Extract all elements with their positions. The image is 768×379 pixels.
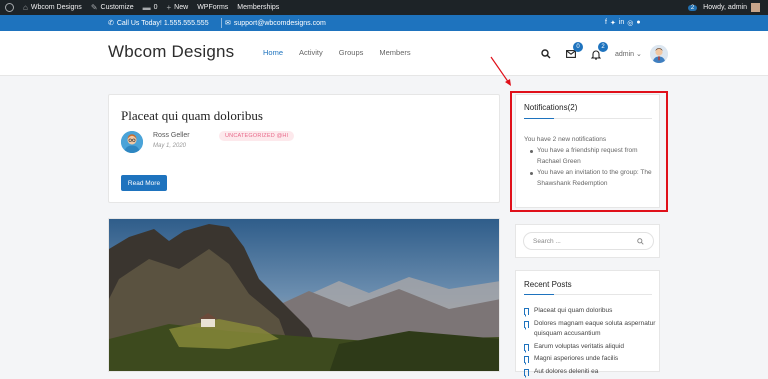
notification-item[interactable]: You have an invitation to the group: The… [530, 168, 656, 189]
user-avatar[interactable] [649, 45, 668, 63]
recent-post-link[interactable]: Magni asperiores unde facilis [534, 354, 618, 365]
site-logo[interactable]: Wbcom Designs [108, 42, 234, 62]
phone-text: Call Us Today! 1.555.555.555 [116, 19, 209, 27]
mountain-landscape-image [109, 219, 499, 371]
site-header: Wbcom Designs Home Activity Groups Membe… [0, 31, 768, 76]
admin-avatar[interactable] [751, 3, 760, 12]
search-icon[interactable] [637, 237, 644, 245]
search-widget: Search ... [515, 224, 660, 258]
wordpress-icon [5, 3, 14, 12]
recent-posts-list: Placeat qui quam doloribus Dolores magna… [524, 306, 656, 379]
recent-post-item[interactable]: Dolores magnam eaque soluta aspernatur q… [524, 319, 656, 340]
envelope-icon: ✉ [225, 20, 231, 27]
featured-image[interactable] [108, 218, 500, 372]
messages-icon[interactable]: 0 [565, 41, 583, 60]
post-card: Placeat qui quam doloribus Ross Geller M… [108, 94, 500, 203]
comments-link[interactable]: ▬ 0 [143, 3, 158, 12]
bookmark-icon [524, 356, 529, 363]
header-actions: 0 2 admin ⌄ [540, 41, 668, 64]
search-placeholder: Search ... [533, 237, 561, 245]
new-label: New [174, 4, 189, 11]
memberships-link[interactable]: Memberships [237, 4, 279, 11]
recent-post-item[interactable]: Earum voluptas veritatis aliquid [524, 342, 656, 353]
nav-activity[interactable]: Activity [299, 48, 323, 57]
social-links: f ✦ in ◎ ● [605, 19, 641, 27]
facebook-icon[interactable]: f [605, 19, 607, 27]
site-name-link[interactable]: ⌂ Wbcom Designs [23, 3, 82, 12]
site-name-label: Wbcom Designs [30, 4, 82, 11]
bookmark-icon [524, 368, 529, 376]
customize-link[interactable]: ✎ Customize [91, 3, 134, 12]
comment-icon: ▬ [142, 3, 151, 12]
messages-badge: 0 [573, 41, 583, 52]
recent-post-item[interactable]: Magni asperiores unde facilis [524, 354, 656, 365]
recent-post-link[interactable]: Dolores magnam eaque soluta aspernatur q… [534, 319, 656, 340]
linkedin-icon[interactable]: in [619, 19, 624, 27]
github-icon[interactable]: ● [636, 19, 640, 27]
recent-post-item[interactable]: Placeat qui quam doloribus [524, 306, 656, 317]
annotation-arrow [490, 56, 511, 86]
recent-post-link[interactable]: Placeat qui quam doloribus [534, 306, 612, 317]
bookmark-icon [524, 343, 529, 351]
new-content-link[interactable]: + New [167, 3, 189, 12]
nav-members[interactable]: Members [379, 48, 410, 57]
author-avatar[interactable] [121, 131, 143, 153]
home-icon: ⌂ [23, 3, 28, 12]
search-input[interactable]: Search ... [523, 232, 654, 250]
search-icon[interactable] [540, 49, 551, 60]
wordpress-logo-button[interactable] [5, 3, 14, 12]
bell-icon[interactable]: 2 [590, 41, 608, 60]
twitter-icon[interactable]: ✦ [610, 19, 616, 27]
post-date: May 1, 2020 [153, 143, 187, 149]
memberships-label: Memberships [237, 4, 280, 11]
chevron-down-icon: ⌄ [636, 51, 642, 58]
howdy-account-link[interactable]: Howdy, admin [703, 4, 747, 11]
phone-contact: ✆ Call Us Today! 1.555.555.555 [108, 19, 209, 28]
contact-divider [221, 18, 222, 28]
notifications-badge: 2 [598, 41, 608, 52]
dribbble-icon[interactable]: ◎ [627, 19, 633, 27]
admin-notification-count[interactable]: 2 [687, 4, 698, 11]
read-more-button[interactable]: Read More [121, 175, 167, 191]
nav-groups[interactable]: Groups [339, 48, 364, 57]
plus-icon: + [166, 3, 172, 12]
recent-posts-widget: Recent Posts Placeat qui quam doloribus … [515, 270, 660, 376]
user-name: admin [615, 51, 635, 58]
title-underline [524, 118, 652, 119]
post-title[interactable]: Placeat qui quam doloribus [121, 108, 263, 124]
notifications-widget-title: Notifications(2) [524, 103, 578, 112]
category-badge[interactable]: UNCATEGORIZED @HI [219, 131, 295, 141]
bookmark-icon [524, 320, 529, 328]
title-underline [524, 294, 652, 295]
recent-posts-title: Recent Posts [524, 280, 572, 289]
user-menu-toggle[interactable]: admin ⌄ [615, 50, 642, 58]
wp-admin-bar: ⌂ Wbcom Designs ✎ Customize ▬ 0 + New WPForm… [0, 0, 768, 15]
wpforms-link[interactable]: WPForms [197, 4, 228, 11]
customize-label: Customize [100, 4, 134, 11]
author-name[interactable]: Ross Geller [153, 132, 190, 139]
notification-item[interactable]: You have a friendship request from Racha… [530, 146, 656, 167]
recent-post-link[interactable]: Earum voluptas veritatis aliquid [534, 342, 624, 353]
email-text: support@wbcomdesigns.com [233, 19, 326, 27]
bookmark-icon [524, 308, 529, 315]
email-contact[interactable]: ✉ support@wbcomdesigns.com [225, 19, 326, 28]
notifications-list: You have a friendship request from Racha… [530, 146, 656, 190]
comments-count: 0 [153, 4, 158, 11]
phone-icon: ✆ [108, 20, 114, 27]
contact-top-bar: ✆ Call Us Today! 1.555.555.555 ✉ support@w… [0, 15, 768, 31]
nav-home[interactable]: Home [263, 48, 283, 57]
wpforms-label: WPForms [197, 4, 229, 11]
notifications-summary: You have 2 new notifications [524, 136, 607, 143]
main-navigation: Home Activity Groups Members [263, 48, 427, 57]
brush-icon: ✎ [90, 3, 98, 12]
notifications-widget: Notifications(2) You have 2 new notifica… [515, 94, 660, 208]
